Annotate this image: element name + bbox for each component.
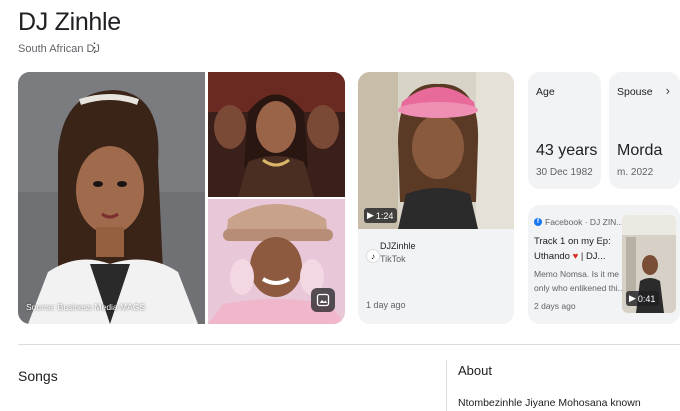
page-title: DJ Zinhle xyxy=(18,8,121,36)
fact-sub-spouse: m. 2022 xyxy=(617,167,654,178)
facebook-video-duration: ▶ 0:41 xyxy=(626,291,660,306)
facebook-post-line-3: Memo Nomsa. Is it me xyxy=(534,269,620,279)
image-main[interactable]: Source: Business Media MAGS xyxy=(18,72,205,324)
fact-label-age: Age xyxy=(536,86,555,98)
facebook-duration-text: 0:41 xyxy=(637,293,656,304)
facebook-post-time: 2 days ago xyxy=(534,301,576,311)
view-images-button[interactable] xyxy=(311,288,335,312)
chevron-right-icon: › xyxy=(665,83,670,98)
facebook-source: f Facebook · DJ ZIN... xyxy=(534,217,623,227)
image-bottom-right[interactable] xyxy=(208,199,345,324)
fact-sub-age: 30 Dec 1982 xyxy=(536,167,593,178)
fact-value-spouse: Morda xyxy=(617,142,663,159)
image-icon xyxy=(316,293,330,307)
column-divider xyxy=(446,360,447,411)
fact-card-spouse[interactable]: Spouse › Morda m. 2022 xyxy=(609,72,680,189)
video-duration-badge: ▶ 1:24 xyxy=(364,208,398,223)
facebook-post-line-2a: Uthando xyxy=(534,251,570,262)
image-main-graphic xyxy=(18,72,205,324)
about-heading: About xyxy=(458,363,492,378)
about-text: Ntombezinhle Jiyane Mohosana known xyxy=(458,397,641,409)
facebook-post-card[interactable]: f Facebook · DJ ZIN... Track 1 on my Ep:… xyxy=(528,205,680,324)
facebook-post-line-2b: | DJ... xyxy=(580,251,606,262)
section-divider xyxy=(18,344,680,345)
image-top-right[interactable] xyxy=(208,72,345,197)
tiktok-icon: ♪ xyxy=(366,249,380,263)
image-top-right-graphic xyxy=(208,72,345,197)
play-icon: ▶ xyxy=(367,210,374,220)
tiktok-account-name: DJZinhle xyxy=(380,241,416,251)
play-icon: ▶ xyxy=(629,293,636,303)
duration-text: 1:24 xyxy=(375,210,394,221)
more-options-icon[interactable]: ⋮ xyxy=(88,40,101,56)
fact-card-age[interactable]: Age 43 years 30 Dec 1982 xyxy=(528,72,601,189)
fact-value-age: 43 years xyxy=(536,142,598,159)
songs-heading[interactable]: Songs xyxy=(18,368,58,384)
facebook-post-line-1: Track 1 on my Ep: xyxy=(534,236,611,247)
tiktok-video-thumbnail xyxy=(358,72,514,229)
facebook-icon: f xyxy=(534,218,542,226)
tiktok-platform-label: TikTok xyxy=(380,254,406,264)
fact-label-spouse: Spouse xyxy=(617,86,653,98)
image-source-caption: Source: Business Media MAGS xyxy=(26,302,146,312)
facebook-source-text: Facebook · DJ ZIN... xyxy=(545,217,624,227)
heart-icon: ♥ xyxy=(572,251,579,262)
facebook-post-line-4: only who enlikened thi... xyxy=(534,283,625,293)
facebook-video-thumbnail[interactable]: ▶ 0:41 xyxy=(622,215,676,313)
facebook-post-line-2: Uthando ♥ | DJ... xyxy=(534,251,605,262)
tiktok-video-card[interactable]: ▶ 1:24 DJZinhle TikTok ♪ 1 day ago xyxy=(358,72,514,324)
tiktok-post-time: 1 day ago xyxy=(366,300,406,310)
